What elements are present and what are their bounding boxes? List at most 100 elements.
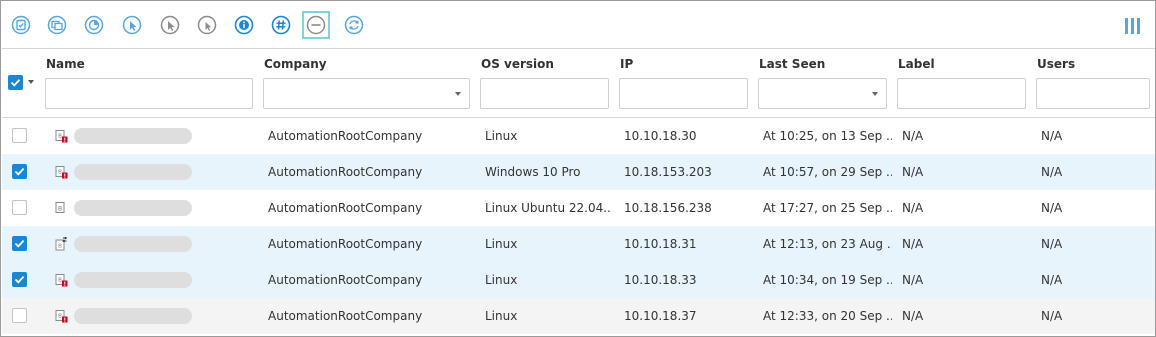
svg-text:B: B [58,314,62,320]
label-cell: N/A [902,165,924,179]
column-ip: IP [619,50,751,118]
os-cell: Linux [485,237,518,251]
ip-cell: 10.18.156.238 [624,201,712,215]
column-company-label: Company [264,57,327,71]
svg-text:B: B [58,244,62,250]
device-name-redacted[interactable] [74,164,192,180]
info-icon[interactable] [234,15,254,35]
column-label-label: Label [898,57,935,71]
select-all-checkbox[interactable] [8,75,23,90]
cursor-select-icon[interactable] [122,15,142,35]
device-name-redacted[interactable] [74,308,192,324]
device-sync-icon: B [54,237,68,251]
label-cell: N/A [902,237,924,251]
device-alert-icon: B [54,165,68,179]
os-cell: Linux [485,129,518,143]
minus-circle-icon[interactable] [302,11,330,39]
ip-cell: 10.18.153.203 [624,165,712,179]
ip-cell: 10.10.18.31 [624,237,697,251]
users-cell: N/A [1041,129,1063,143]
company-cell: AutomationRootCompany [268,129,423,143]
ip-filter-input[interactable] [619,78,748,109]
last-seen-cell: At 10:25, on 13 Sep ... [763,129,892,143]
column-users-label: Users [1037,57,1076,71]
column-company: Company [263,50,473,118]
chart-pie-icon[interactable] [84,15,104,35]
label-cell: N/A [902,201,924,215]
company-cell: AutomationRootCompany [268,309,423,323]
label-filter-input[interactable] [897,78,1026,109]
columns-icon[interactable] [1125,18,1141,36]
select-all-dropdown-icon[interactable] [28,80,34,84]
column-os-label: OS version [481,57,554,71]
device-name-redacted[interactable] [74,200,192,216]
row-checkbox[interactable] [12,128,27,143]
os-cell: Windows 10 Pro [485,165,581,179]
svg-text:B: B [58,170,62,176]
row-checkbox[interactable] [12,164,27,179]
hashtag-icon[interactable] [271,15,291,35]
column-ip-label: IP [620,57,634,71]
table-row[interactable]: B AutomationRootCompany Linux 10.10.18.3… [2,226,1155,262]
table-row[interactable]: B AutomationRootCompany Linux Ubuntu 22.… [2,190,1155,226]
ip-cell: 10.10.18.30 [624,129,697,143]
os-filter-input[interactable] [480,78,609,109]
label-cell: N/A [902,273,924,287]
svg-text:B: B [58,206,62,213]
row-checkbox[interactable] [12,272,27,287]
users-cell: N/A [1041,165,1063,179]
ip-cell: 10.10.18.37 [624,309,697,323]
company-cell: AutomationRootCompany [268,273,423,287]
os-cell: Linux Ubuntu 22.04.... [485,201,611,215]
cursor-multi-icon[interactable] [160,15,180,35]
table-row[interactable]: B AutomationRootCompany Linux 10.10.18.3… [2,118,1155,154]
device-alert-icon: B [54,129,68,143]
reports-icon[interactable] [47,15,67,35]
users-cell: N/A [1041,309,1063,323]
users-filter-input[interactable] [1036,78,1150,109]
last-seen-filter-select[interactable] [758,78,887,109]
window-frame: Name Company OS version IP Last Seen Lab… [0,0,1156,337]
company-filter-select[interactable] [263,78,470,109]
table-row[interactable]: B AutomationRootCompany Linux 10.10.18.3… [2,262,1155,298]
device-name-redacted[interactable] [74,236,192,252]
refresh-icon[interactable] [344,15,364,35]
column-last-seen-label: Last Seen [759,57,826,71]
column-last-seen: Last Seen [758,50,890,118]
users-cell: N/A [1041,201,1063,215]
cursor-arrow-icon[interactable] [197,15,217,35]
name-filter-input[interactable] [45,78,253,109]
row-checkbox[interactable] [12,200,27,215]
last-seen-cell: At 10:57, on 29 Sep ... [763,165,892,179]
last-seen-cell: At 10:34, on 19 Sep ... [763,273,892,287]
svg-text:B: B [58,134,62,140]
column-label: Label [897,50,1029,118]
table-header: Name Company OS version IP Last Seen Lab… [2,50,1155,118]
row-checkbox[interactable] [12,308,27,323]
table-row[interactable]: B AutomationRootCompany Windows 10 Pro 1… [2,154,1155,190]
device-alert-icon: B [54,309,68,323]
row-checkbox[interactable] [12,236,27,251]
ip-cell: 10.10.18.33 [624,273,697,287]
last-seen-cell: At 12:13, on 23 Aug ... [763,237,892,251]
column-name: Name [45,50,255,118]
company-cell: AutomationRootCompany [268,201,423,215]
svg-text:B: B [58,278,62,284]
device-icon: B [54,201,68,215]
label-cell: N/A [902,129,924,143]
users-cell: N/A [1041,273,1063,287]
company-cell: AutomationRootCompany [268,237,423,251]
os-cell: Linux [485,273,518,287]
column-users: Users [1036,50,1154,118]
label-cell: N/A [902,309,924,323]
table-row[interactable]: B AutomationRootCompany Linux 10.10.18.3… [2,298,1155,334]
column-name-label: Name [46,57,85,71]
device-name-redacted[interactable] [74,272,192,288]
os-cell: Linux [485,309,518,323]
toolbar [2,2,1155,49]
device-name-redacted[interactable] [74,128,192,144]
tasks-icon[interactable] [11,15,31,35]
company-cell: AutomationRootCompany [268,165,423,179]
last-seen-cell: At 12:33, on 20 Sep ... [763,309,892,323]
last-seen-cell: At 17:27, on 25 Sep ... [763,201,892,215]
